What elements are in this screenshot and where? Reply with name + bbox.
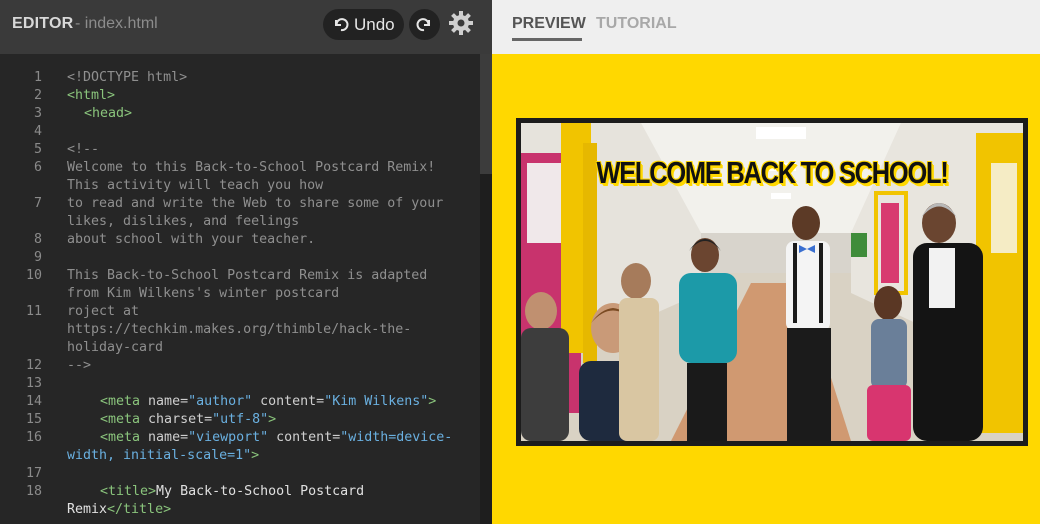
code-line: <html> — [67, 88, 116, 103]
line-number: 4 — [33, 124, 42, 139]
code-line: <meta charset="utf-8"> — [100, 412, 277, 427]
code-line: to read and write the Web to share some … — [67, 196, 444, 211]
undo-button[interactable]: Undo — [323, 9, 404, 40]
code-line: from Kim Wilkens's winter postcard — [67, 286, 340, 301]
editor-pane: EDITOR - index.html Undo 1 2 3 4 5 6 7 8… — [0, 0, 492, 524]
code-line: likes, dislikes, and feelings — [67, 214, 300, 229]
postcard-heading: WELCOME BACK TO SCHOOL! — [596, 155, 948, 190]
line-number: 15 — [25, 412, 42, 427]
line-number: 16 — [25, 430, 42, 445]
line-number: 12 — [25, 358, 42, 373]
postcard: WELCOME BACK TO SCHOOL! — [516, 118, 1028, 446]
line-number: 2 — [33, 88, 42, 103]
postcard-photo: WELCOME BACK TO SCHOOL! — [521, 123, 1023, 441]
line-number: 3 — [33, 106, 42, 121]
line-number: 14 — [25, 394, 42, 409]
preview-header: PREVIEW TUTORIAL — [492, 0, 1040, 54]
line-number: 18 — [25, 484, 42, 499]
line-number: 13 — [25, 376, 42, 391]
code-line: This activity will teach you how — [67, 178, 324, 193]
code-line: This Back-to-School Postcard Remix is ad… — [67, 268, 428, 283]
redo-button[interactable] — [409, 9, 440, 40]
settings-button[interactable] — [448, 10, 474, 36]
code-line: https://techkim.makes.org/thimble/hack-t… — [67, 322, 412, 337]
tab-preview[interactable]: PREVIEW — [512, 15, 586, 33]
code-line: <title>My Back-to-School Postcard — [100, 484, 365, 499]
code-line: --> — [67, 358, 92, 373]
line-number: 5 — [33, 142, 42, 157]
undo-label: Undo — [354, 15, 395, 34]
line-number: 7 — [33, 196, 42, 211]
active-tab-indicator — [512, 38, 582, 41]
redo-icon — [416, 18, 430, 32]
line-number: 8 — [33, 232, 42, 247]
editor-scrollbar-thumb[interactable] — [480, 54, 492, 174]
code-line: <!-- — [67, 142, 100, 157]
code-line: about school with your teacher. — [67, 232, 316, 247]
line-number: 1 — [33, 70, 42, 85]
editor-title: EDITOR — [12, 15, 74, 32]
line-number: 9 — [33, 250, 42, 265]
code-line: width, initial-scale=1"> — [67, 448, 260, 463]
code-line: holiday-card — [67, 340, 164, 355]
line-number: 6 — [33, 160, 42, 175]
code-line: roject at — [67, 304, 140, 319]
editor-header: EDITOR - index.html Undo — [0, 0, 492, 54]
line-number: 17 — [25, 466, 42, 481]
code-line: <head> — [84, 106, 133, 121]
editor-filename: - index.html — [75, 15, 158, 32]
undo-icon — [335, 18, 349, 32]
line-number: 10 — [25, 268, 42, 283]
preview-body: WELCOME BACK TO SCHOOL! — [492, 54, 1040, 524]
code-line: <meta name="author" content="Kim Wilkens… — [100, 394, 437, 409]
code-editor[interactable]: 1 2 3 4 5 6 7 8 9 10 11 12 13 14 15 16 1… — [0, 54, 480, 524]
tab-tutorial[interactable]: TUTORIAL — [596, 15, 677, 33]
code-line: <meta name="viewport" content="width=dev… — [100, 430, 453, 445]
line-number: 11 — [25, 304, 42, 319]
code-line: Welcome to this Back-to-School Postcard … — [67, 160, 436, 175]
code-line: <!DOCTYPE html> — [67, 70, 188, 85]
code-line: Remix</title> — [67, 502, 172, 517]
gear-icon — [449, 11, 473, 35]
